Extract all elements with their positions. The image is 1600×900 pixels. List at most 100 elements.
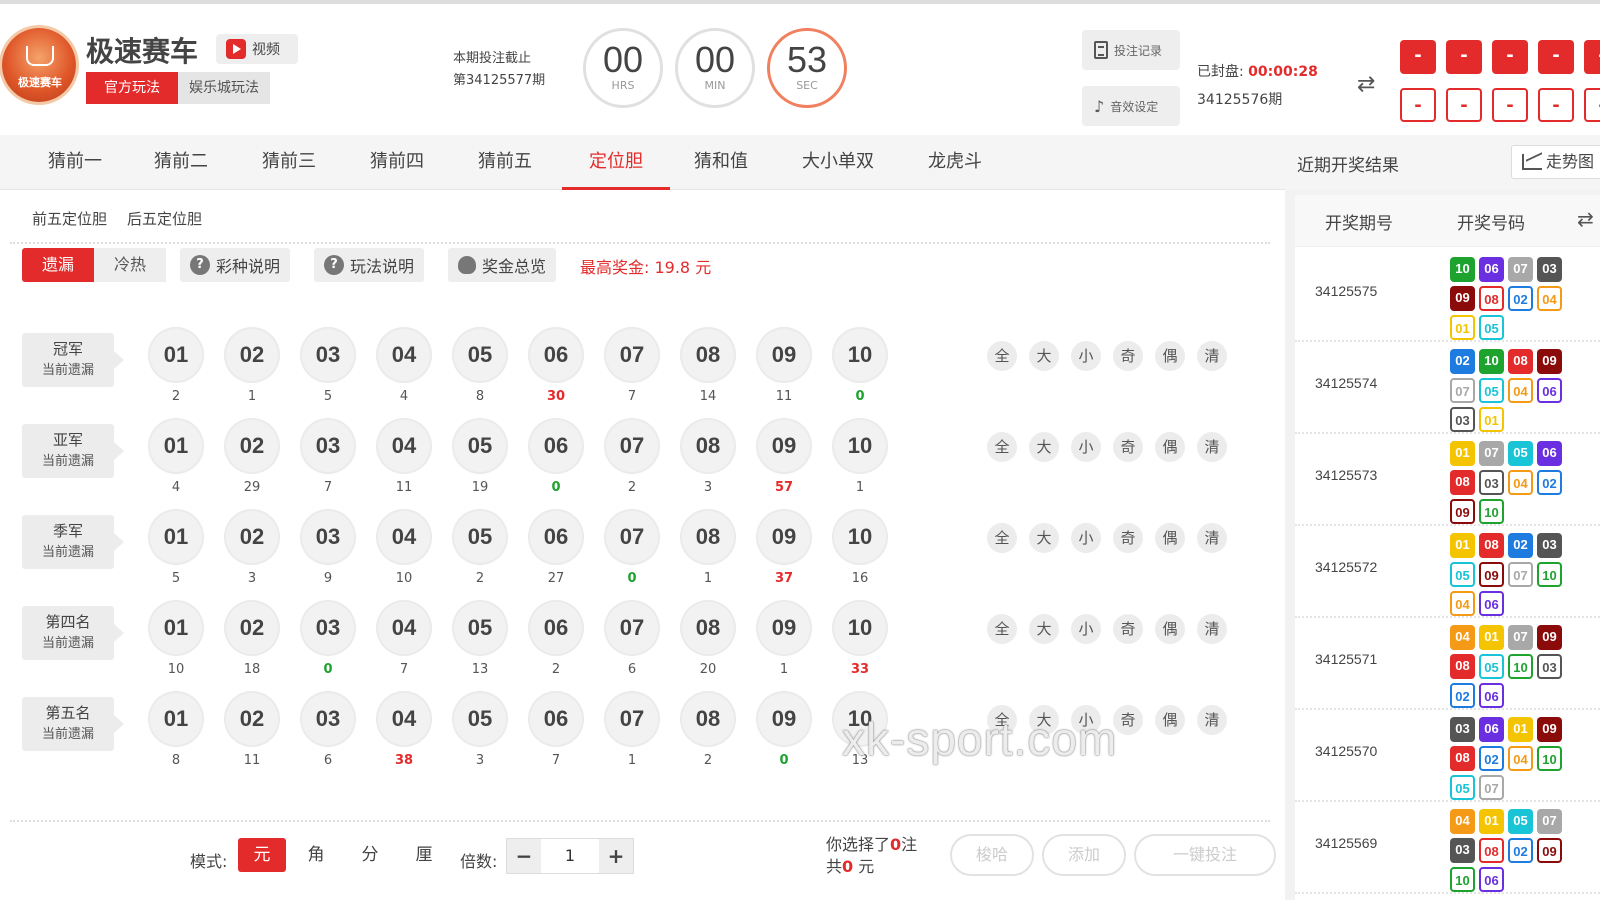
number-ball[interactable]: 10 bbox=[832, 600, 888, 656]
unit-li[interactable]: 厘 bbox=[400, 838, 448, 872]
number-ball[interactable]: 03 bbox=[300, 691, 356, 747]
quick-pick-even[interactable]: 偶 bbox=[1155, 341, 1185, 371]
unit-yuan[interactable]: 元 bbox=[238, 838, 286, 872]
number-ball[interactable]: 01 bbox=[148, 418, 204, 474]
quick-pick-all[interactable]: 全 bbox=[987, 614, 1017, 644]
quick-pick-odd[interactable]: 奇 bbox=[1113, 523, 1143, 553]
number-ball[interactable]: 04 bbox=[376, 327, 432, 383]
add-bet-button[interactable]: 添加 bbox=[1042, 834, 1126, 876]
number-ball[interactable]: 01 bbox=[148, 600, 204, 656]
number-ball[interactable]: 05 bbox=[452, 691, 508, 747]
number-ball[interactable]: 06 bbox=[528, 327, 584, 383]
quick-pick-clear[interactable]: 清 bbox=[1197, 614, 1227, 644]
number-ball[interactable]: 08 bbox=[680, 418, 736, 474]
tab-guess-first-4[interactable]: 猜前四 bbox=[352, 135, 442, 190]
decrement-button[interactable]: − bbox=[507, 839, 541, 873]
trend-chart-button[interactable]: 走势图 bbox=[1511, 145, 1600, 179]
lottery-info-button[interactable]: ? 彩种说明 bbox=[180, 248, 291, 282]
tab-position-bet[interactable]: 定位胆 bbox=[562, 135, 670, 190]
number-ball[interactable]: 06 bbox=[528, 600, 584, 656]
number-ball[interactable]: 05 bbox=[452, 418, 508, 474]
number-ball[interactable]: 06 bbox=[528, 418, 584, 474]
number-ball[interactable]: 04 bbox=[376, 418, 432, 474]
tab-guess-first-5[interactable]: 猜前五 bbox=[460, 135, 550, 190]
quick-pick-big[interactable]: 大 bbox=[1029, 432, 1059, 462]
prize-overview-button[interactable]: 奖金总览 bbox=[448, 248, 557, 282]
quick-pick-even[interactable]: 偶 bbox=[1155, 705, 1185, 735]
quick-pick-even[interactable]: 偶 bbox=[1155, 614, 1185, 644]
all-in-button[interactable]: 梭哈 bbox=[950, 834, 1034, 876]
number-ball[interactable]: 09 bbox=[756, 418, 812, 474]
number-ball[interactable]: 03 bbox=[300, 418, 356, 474]
video-button[interactable]: 视频 bbox=[216, 34, 298, 64]
quick-pick-odd[interactable]: 奇 bbox=[1113, 614, 1143, 644]
number-ball[interactable]: 07 bbox=[604, 418, 660, 474]
unit-jiao[interactable]: 角 bbox=[292, 838, 340, 872]
number-ball[interactable]: 04 bbox=[376, 691, 432, 747]
tab-casino-play[interactable]: 娱乐城玩法 bbox=[178, 72, 270, 104]
quick-pick-all[interactable]: 全 bbox=[987, 341, 1017, 371]
toggle-hot-cold[interactable]: 冷热 bbox=[94, 248, 166, 282]
play-info-button[interactable]: ? 玩法说明 bbox=[314, 248, 425, 282]
unit-fen[interactable]: 分 bbox=[346, 838, 394, 872]
number-ball[interactable]: 05 bbox=[452, 509, 508, 565]
bet-record-button[interactable]: 投注记录 bbox=[1082, 30, 1180, 70]
number-ball[interactable]: 09 bbox=[756, 600, 812, 656]
number-ball[interactable]: 08 bbox=[680, 509, 736, 565]
quick-pick-clear[interactable]: 清 bbox=[1197, 523, 1227, 553]
quick-pick-clear[interactable]: 清 bbox=[1197, 341, 1227, 371]
quick-pick-all[interactable]: 全 bbox=[987, 432, 1017, 462]
quick-pick-small[interactable]: 小 bbox=[1071, 523, 1101, 553]
tab-guess-first-1[interactable]: 猜前一 bbox=[30, 135, 120, 190]
increment-button[interactable]: + bbox=[599, 839, 633, 873]
number-ball[interactable]: 04 bbox=[376, 509, 432, 565]
quick-bet-button[interactable]: 一键投注 bbox=[1134, 834, 1276, 876]
number-ball[interactable]: 02 bbox=[224, 509, 280, 565]
multiplier-input[interactable]: 1 bbox=[541, 839, 599, 873]
number-ball[interactable]: 01 bbox=[148, 691, 204, 747]
quick-pick-odd[interactable]: 奇 bbox=[1113, 341, 1143, 371]
quick-pick-small[interactable]: 小 bbox=[1071, 432, 1101, 462]
number-ball[interactable]: 09 bbox=[756, 327, 812, 383]
tab-guess-first-2[interactable]: 猜前二 bbox=[136, 135, 226, 190]
number-ball[interactable]: 06 bbox=[528, 691, 584, 747]
tab-guess-first-3[interactable]: 猜前三 bbox=[244, 135, 334, 190]
quick-pick-big[interactable]: 大 bbox=[1029, 523, 1059, 553]
number-ball[interactable]: 03 bbox=[300, 600, 356, 656]
number-ball[interactable]: 10 bbox=[832, 327, 888, 383]
number-ball[interactable]: 05 bbox=[452, 600, 508, 656]
tab-sum-value[interactable]: 猜和值 bbox=[676, 135, 766, 190]
tab-big-small-odd-even[interactable]: 大小单双 bbox=[786, 135, 890, 190]
number-ball[interactable]: 10 bbox=[832, 418, 888, 474]
number-ball[interactable]: 02 bbox=[224, 327, 280, 383]
number-ball[interactable]: 02 bbox=[224, 600, 280, 656]
number-ball[interactable]: 10 bbox=[832, 509, 888, 565]
number-ball[interactable]: 07 bbox=[604, 691, 660, 747]
number-ball[interactable]: 01 bbox=[148, 327, 204, 383]
quick-pick-even[interactable]: 偶 bbox=[1155, 523, 1185, 553]
number-ball[interactable]: 09 bbox=[756, 509, 812, 565]
tab-official-play[interactable]: 官方玩法 bbox=[86, 72, 178, 104]
toggle-omission[interactable]: 遗漏 bbox=[22, 248, 94, 282]
number-ball[interactable]: 08 bbox=[680, 600, 736, 656]
sub-tab-back-five[interactable]: 后五定位胆 bbox=[127, 208, 202, 229]
number-ball[interactable]: 07 bbox=[604, 600, 660, 656]
number-ball[interactable]: 08 bbox=[680, 327, 736, 383]
quick-pick-small[interactable]: 小 bbox=[1071, 341, 1101, 371]
number-ball[interactable]: 05 bbox=[452, 327, 508, 383]
number-ball[interactable]: 04 bbox=[376, 600, 432, 656]
quick-pick-odd[interactable]: 奇 bbox=[1113, 705, 1143, 735]
number-ball[interactable]: 08 bbox=[680, 691, 736, 747]
quick-pick-odd[interactable]: 奇 bbox=[1113, 432, 1143, 462]
quick-pick-all[interactable]: 全 bbox=[987, 523, 1017, 553]
number-ball[interactable]: 01 bbox=[148, 509, 204, 565]
quick-pick-clear[interactable]: 清 bbox=[1197, 705, 1227, 735]
number-ball[interactable]: 07 bbox=[604, 327, 660, 383]
number-ball[interactable]: 07 bbox=[604, 509, 660, 565]
number-ball[interactable]: 02 bbox=[224, 691, 280, 747]
number-ball[interactable]: 06 bbox=[528, 509, 584, 565]
number-ball[interactable]: 02 bbox=[224, 418, 280, 474]
sound-settings-button[interactable]: ♪ 音效设定 bbox=[1082, 86, 1180, 126]
quick-pick-small[interactable]: 小 bbox=[1071, 614, 1101, 644]
quick-pick-even[interactable]: 偶 bbox=[1155, 432, 1185, 462]
